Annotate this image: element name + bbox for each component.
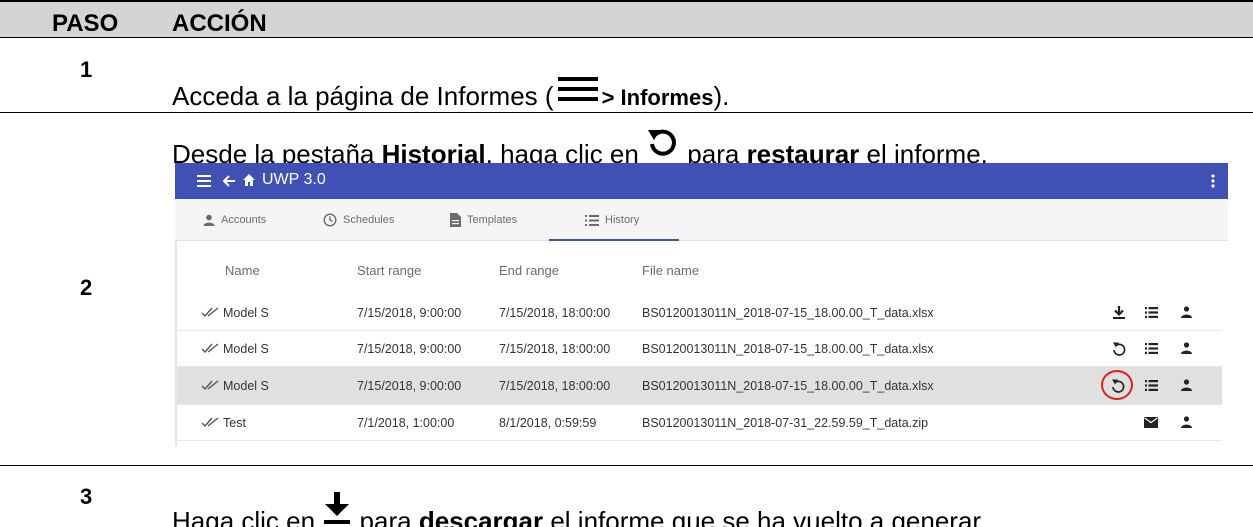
column-header-name: Name	[225, 263, 260, 278]
tab-accounts-label: Accounts	[221, 214, 267, 226]
tab-schedules-label: Schedules	[343, 214, 395, 226]
clock-icon	[323, 213, 337, 227]
restore-icon	[648, 129, 676, 156]
active-tab-indicator	[549, 239, 679, 241]
more-vert-icon[interactable]	[1211, 174, 1215, 188]
step-1-number: 1	[80, 57, 93, 82]
tab-history[interactable]: History	[585, 199, 639, 241]
list-icon[interactable]	[1145, 380, 1158, 391]
double-check-icon	[201, 417, 219, 428]
cell-end-range: 8/1/2018, 0:59:59	[499, 416, 597, 430]
double-check-icon	[201, 307, 219, 318]
cell-start-range: 7/15/2018, 9:00:00	[357, 342, 462, 356]
cell-file-name: BS0120013011N_2018-07-31_22.59.59_T_data…	[642, 416, 929, 430]
download-icon[interactable]	[1113, 306, 1125, 320]
restore-icon[interactable]	[1112, 341, 1126, 356]
cell-name: Model S	[223, 379, 269, 393]
hamburger-icon[interactable]	[197, 175, 211, 187]
step-2-number: 2	[80, 275, 93, 300]
cell-end-range: 7/15/2018, 18:00:00	[499, 342, 611, 356]
step-3-text-mid: para	[352, 506, 419, 527]
restore-icon[interactable]	[1111, 378, 1125, 393]
step-1-bold: > Informes	[601, 85, 714, 110]
menu-icon	[557, 77, 598, 101]
column-header-start-range: Start range	[357, 263, 422, 278]
cell-file-name: BS0120013011N_2018-07-15_18.00.00_T_data…	[642, 342, 934, 356]
step-1-text: Acceda a la página de Informes ( > Inform…	[172, 73, 729, 112]
step-3-text: Haga clic en para descargar el informe q…	[172, 492, 987, 527]
cell-name: Model S	[223, 342, 269, 356]
person-icon[interactable]	[1181, 306, 1192, 318]
cell-file-name: BS0120013011N_2018-07-15_18.00.00_T_data…	[642, 306, 934, 320]
column-header-file-name: File name	[642, 263, 700, 278]
app-screenshot: UWP 3.0 Accounts Schedules Templates His…	[175, 163, 1228, 447]
step-1-text-after: ).	[713, 81, 730, 111]
tab-history-label: History	[605, 214, 640, 226]
app-bar: UWP 3.0	[175, 163, 1228, 199]
step-3-text-before: Haga clic en	[172, 506, 323, 527]
list-icon	[585, 214, 599, 226]
home-icon[interactable]	[242, 173, 256, 187]
divider-1	[0, 112, 1253, 113]
back-arrow-icon[interactable]	[222, 174, 236, 188]
table-row-selected[interactable]: Model S 7/15/2018, 9:00:00 7/15/2018, 18…	[177, 367, 1222, 405]
cell-start-range: 7/15/2018, 9:00:00	[357, 306, 462, 320]
list-icon[interactable]	[1145, 343, 1158, 354]
cell-name: Model S	[223, 306, 269, 320]
cell-end-range: 7/15/2018, 18:00:00	[499, 306, 611, 320]
person-icon[interactable]	[1181, 379, 1192, 391]
step-1-text-before: Acceda a la página de Informes (	[172, 81, 554, 111]
header-action-label: ACCIÓN	[172, 10, 267, 37]
double-check-icon	[201, 343, 219, 354]
step-3-text-after: el informe que se ha vuelto a generar.	[543, 506, 987, 527]
download-icon	[324, 492, 351, 524]
tab-templates[interactable]: Templates	[450, 199, 517, 241]
file-icon	[450, 213, 461, 227]
double-check-icon	[201, 380, 219, 391]
tab-templates-label: Templates	[467, 214, 518, 226]
header-step-label: PASO	[52, 10, 119, 37]
person-icon[interactable]	[1181, 342, 1192, 354]
cell-name: Test	[223, 416, 246, 430]
app-title: UWP 3.0	[262, 171, 326, 188]
person-icon	[203, 214, 215, 226]
column-header-end-range: End range	[499, 263, 559, 278]
cell-start-range: 7/15/2018, 9:00:00	[357, 379, 462, 393]
tab-schedules[interactable]: Schedules	[323, 199, 394, 241]
mail-icon[interactable]	[1144, 417, 1158, 428]
divider-2	[0, 465, 1253, 466]
table-header: PASO ACCIÓN	[0, 0, 1253, 38]
person-icon[interactable]	[1181, 416, 1192, 428]
table-row[interactable]: Model S 7/15/2018, 9:00:00 7/15/2018, 18…	[177, 295, 1222, 331]
cell-start-range: 7/1/2018, 1:00:00	[357, 416, 455, 430]
table-row[interactable]: Model S 7/15/2018, 9:00:00 7/15/2018, 18…	[177, 331, 1222, 367]
tab-bar: Accounts Schedules Templates History	[175, 199, 1228, 241]
cell-file-name: BS0120013011N_2018-07-15_18.00.00_T_data…	[642, 379, 934, 393]
step-3-bold: descargar	[418, 506, 544, 527]
cell-end-range: 7/15/2018, 18:00:00	[499, 379, 611, 393]
tab-accounts[interactable]: Accounts	[203, 199, 266, 241]
list-icon[interactable]	[1145, 307, 1158, 318]
table-row[interactable]: Test 7/1/2018, 1:00:00 8/1/2018, 0:59:59…	[177, 405, 1222, 441]
step-3-number: 3	[80, 484, 93, 509]
